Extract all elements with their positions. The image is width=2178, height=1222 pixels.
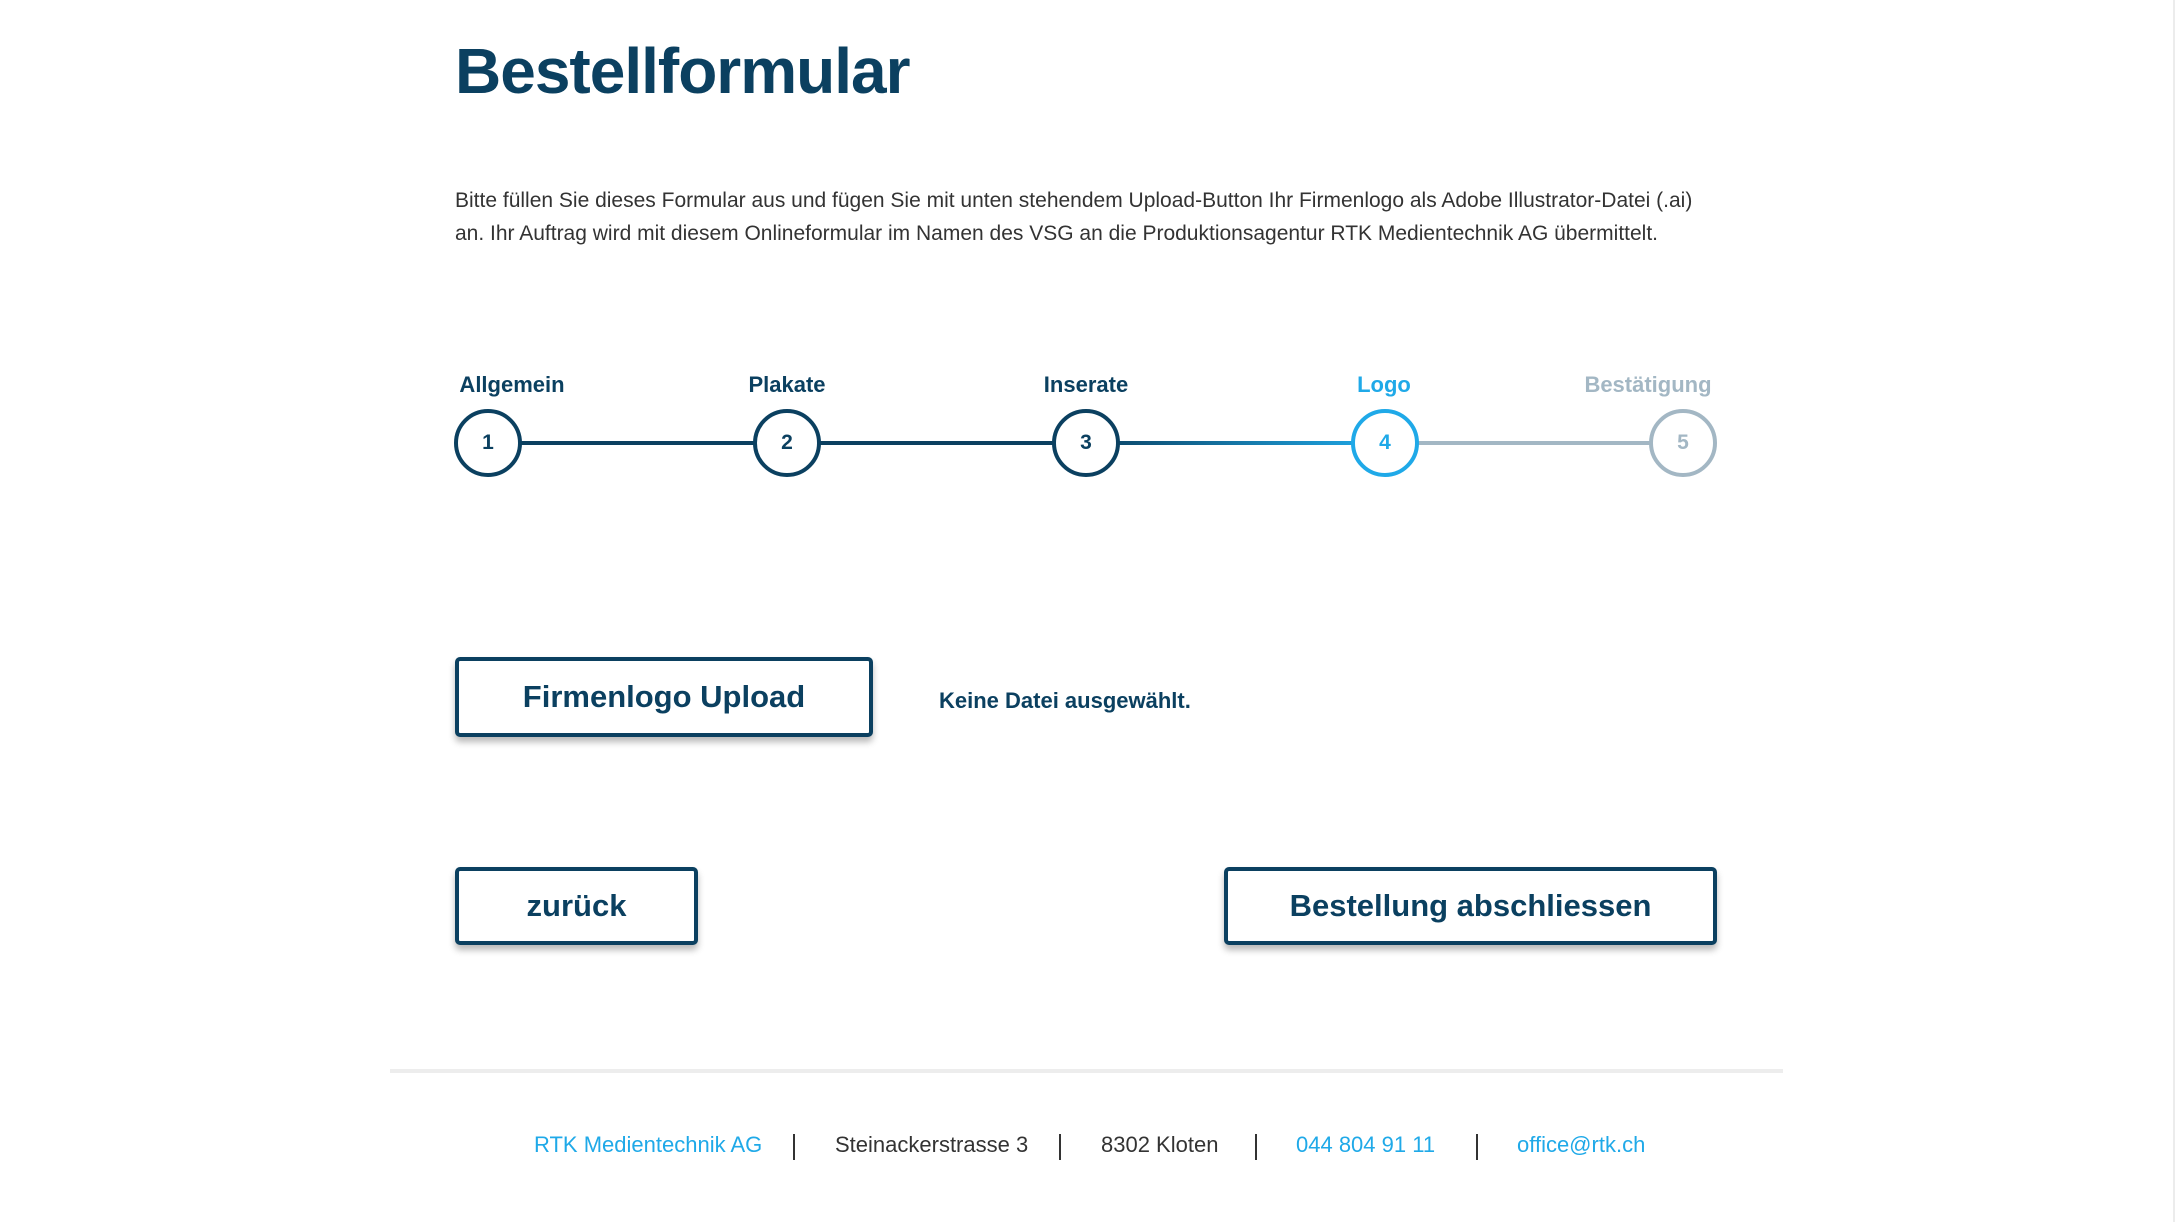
submit-order-button[interactable]: Bestellung abschliessen xyxy=(1224,867,1717,945)
step-connector-2-3 xyxy=(783,441,1083,445)
step-circle-3[interactable]: 3 xyxy=(1052,409,1120,477)
intro-text: Bitte füllen Sie dieses Formular aus und… xyxy=(455,184,1717,250)
footer-city: 8302 Kloten xyxy=(1101,1132,1219,1157)
footer-separator xyxy=(1476,1134,1478,1160)
footer-separator xyxy=(1059,1134,1061,1160)
step-circle-4[interactable]: 4 xyxy=(1351,409,1419,477)
logo-upload-button[interactable]: Firmenlogo Upload xyxy=(455,657,873,737)
intro-line-2: an. Ihr Auftrag wird mit diesem Onlinefo… xyxy=(455,222,1658,245)
step-label-allgemein: Allgemein xyxy=(459,372,565,397)
footer-divider xyxy=(390,1069,1783,1073)
step-circle-2[interactable]: 2 xyxy=(753,409,821,477)
footer-street: Steinackerstrasse 3 xyxy=(835,1132,1029,1157)
progress-stepper: Allgemein Plakate Inserate Logo Bestätig… xyxy=(454,366,1717,486)
step-circle-5: 5 xyxy=(1649,409,1717,477)
footer-email-link[interactable]: office@rtk.ch xyxy=(1517,1132,1645,1158)
footer-phone-link[interactable]: 044 804 91 11 xyxy=(1296,1132,1435,1158)
footer-company-link[interactable]: RTK Medientechnik AG xyxy=(534,1132,762,1158)
upload-status-text: Keine Datei ausgewählt. xyxy=(939,688,1191,713)
step-label-plakate: Plakate xyxy=(748,372,826,397)
page-title: Bestellformular xyxy=(455,35,910,107)
step-label-inserate: Inserate xyxy=(1043,372,1129,397)
intro-line-1: Bitte füllen Sie dieses Formular aus und… xyxy=(455,189,1693,212)
back-button[interactable]: zurück xyxy=(455,867,698,945)
step-circle-1[interactable]: 1 xyxy=(454,409,522,477)
window-edge xyxy=(2173,0,2175,1222)
step-connector-3-4 xyxy=(1083,441,1381,445)
footer-separator xyxy=(1255,1134,1257,1160)
step-label-bestaetigung: Bestätigung xyxy=(1584,372,1712,397)
footer-separator xyxy=(793,1134,795,1160)
step-connector-4-5 xyxy=(1381,441,1679,445)
order-form-page: Bestellformular Bitte füllen Sie dieses … xyxy=(0,0,2178,1222)
step-label-logo: Logo xyxy=(1357,372,1411,397)
step-connector-1-2 xyxy=(485,441,783,445)
